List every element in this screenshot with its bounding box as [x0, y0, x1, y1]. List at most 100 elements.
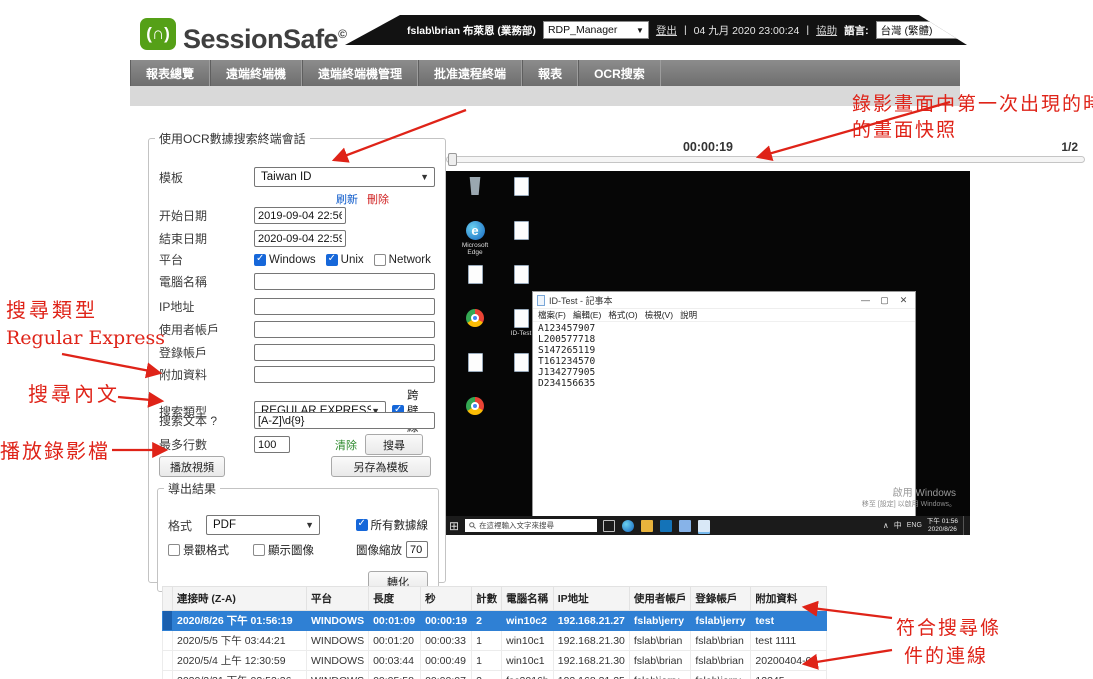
seek-thumb[interactable] — [448, 153, 457, 166]
all-data-checkbox[interactable] — [356, 519, 368, 531]
nav-item-report[interactable]: 報表 — [522, 60, 578, 86]
column-header[interactable] — [163, 587, 173, 611]
chrome-desktop-icon[interactable] — [454, 307, 496, 351]
table-cell: test — [751, 611, 827, 631]
search-button[interactable]: 搜尋 — [365, 434, 423, 455]
network-checkbox[interactable] — [374, 254, 386, 266]
column-header[interactable]: 秒 — [421, 587, 472, 611]
show-images-checkbox[interactable] — [253, 544, 265, 556]
maximize-icon[interactable]: ▢ — [877, 295, 892, 306]
table-cell: 2 — [472, 611, 502, 631]
language-select[interactable]: 台灣 (繁體)▼ — [876, 21, 962, 39]
document-desktop-icon[interactable] — [500, 219, 542, 263]
user-account-input[interactable] — [254, 321, 435, 338]
play-video-button[interactable]: 播放視頻 — [159, 456, 225, 477]
column-header[interactable]: 登錄帳戶 — [691, 587, 751, 611]
row-select-cell[interactable] — [163, 611, 173, 631]
windows-checkbox[interactable] — [254, 254, 266, 266]
help-link[interactable]: 協助 — [816, 23, 837, 38]
nav-item-remote-terminal-mgmt[interactable]: 遠端終端機管理 — [302, 60, 418, 86]
logo-copyright: © — [338, 27, 346, 41]
format-select[interactable]: PDF▼ — [206, 515, 320, 535]
end-date-input[interactable] — [254, 230, 346, 247]
template-label: 模板 — [159, 169, 254, 186]
clear-link[interactable]: 清除 — [335, 437, 357, 453]
column-header[interactable]: 平台 — [307, 587, 369, 611]
tray-ime-icon[interactable]: 中 — [894, 520, 902, 531]
task-view-taskbar-icon[interactable] — [603, 520, 615, 532]
notepad-line: D234156635 — [538, 378, 910, 389]
extra-data-input[interactable] — [254, 366, 435, 383]
minimize-icon[interactable]: — — [858, 295, 873, 305]
file-explorer-taskbar-icon[interactable] — [679, 520, 691, 532]
tray-eng-label[interactable]: ENG — [907, 522, 922, 529]
table-cell: 00:00:19 — [421, 611, 472, 631]
column-header[interactable]: 連接時 (Z-A) — [173, 587, 307, 611]
start-date-input[interactable] — [254, 207, 346, 224]
tray-clock[interactable]: 下午 01:56 2020/8/26 — [927, 518, 958, 533]
nav-item-remote-terminal[interactable]: 遠端終端機 — [210, 60, 302, 86]
template-select[interactable]: Taiwan ID▼ — [254, 167, 435, 187]
login-account-input[interactable] — [254, 344, 435, 361]
column-header[interactable]: 使用者帳戶 — [629, 587, 691, 611]
table-cell: test 1111 — [751, 631, 827, 651]
computer-name-input[interactable] — [254, 273, 435, 290]
image-zoom-group: 圖像縮放 — [356, 541, 428, 558]
table-row[interactable]: 2020/3/31 下午 03:52:36WINDOWS00:05:5800:0… — [163, 671, 827, 679]
recycle-bin-desktop-icon[interactable] — [454, 175, 496, 219]
column-header[interactable]: IP地址 — [553, 587, 629, 611]
chrome-desktop-icon[interactable] — [454, 395, 496, 439]
image-zoom-input[interactable] — [406, 541, 428, 558]
search-text-input[interactable] — [254, 412, 435, 429]
close-icon[interactable]: ✕ — [896, 295, 911, 306]
column-header[interactable]: 計數 — [472, 587, 502, 611]
row-select-cell[interactable] — [163, 631, 173, 651]
activate-windows-watermark: 啟用 Windows 移至 [設定] 以啟用 Windows。 — [862, 484, 956, 509]
table-row[interactable]: 2020/8/26 下午 01:56:19WINDOWS00:01:0900:0… — [163, 611, 827, 631]
show-desktop-button[interactable] — [963, 516, 967, 535]
column-header[interactable]: 附加資料 — [751, 587, 827, 611]
refresh-link[interactable]: 刷新 — [336, 191, 358, 207]
unix-checkbox[interactable] — [326, 254, 338, 266]
notepad-content: A123457907L200577718S147265119T161234570… — [533, 322, 915, 390]
notepad-taskbar-icon[interactable] — [698, 520, 710, 532]
column-header[interactable]: 電腦名稱 — [502, 587, 554, 611]
platform-label: 平台 — [159, 251, 254, 268]
nav-item-report-overview[interactable]: 報表總覽 — [130, 60, 210, 86]
video-snapshot[interactable]: eMicrosoft EdgeID-Test ID-Test - 記事本 — ▢… — [446, 171, 970, 535]
notepad-line: T161234570 — [538, 356, 910, 367]
nav-item-ocr-search[interactable]: OCR搜索 — [578, 60, 661, 86]
start-button[interactable]: ⊞ — [449, 520, 459, 532]
edge-taskbar-icon[interactable] — [622, 520, 634, 532]
ip-input[interactable] — [254, 298, 435, 315]
desktop-icons: eMicrosoft EdgeID-Test — [452, 175, 544, 439]
template-row: 模板 Taiwan ID▼ — [159, 167, 435, 187]
table-row[interactable]: 2020/5/4 上午 12:30:59WINDOWS00:03:4400:00… — [163, 651, 827, 671]
role-select[interactable]: RDP_Manager▼ — [543, 21, 649, 39]
table-cell: fsc2016b — [502, 671, 554, 679]
annotation-play-recording: 播放錄影檔 — [0, 435, 110, 464]
row-select-cell[interactable] — [163, 651, 173, 671]
table-row[interactable]: 2020/5/5 下午 03:44:21WINDOWS00:01:2000:00… — [163, 631, 827, 651]
logout-link[interactable]: 登出 — [656, 23, 677, 38]
store-taskbar-icon[interactable] — [660, 520, 672, 532]
nav-item-approve-remote[interactable]: 批准遠程終端 — [418, 60, 522, 86]
edge-desktop-icon[interactable]: eMicrosoft Edge — [454, 219, 496, 263]
taskbar-search-box[interactable]: 在這裡輸入文字來搜尋 — [465, 519, 597, 532]
column-header[interactable]: 長度 — [369, 587, 421, 611]
row-select-cell[interactable] — [163, 671, 173, 679]
end-date-label: 結束日期 — [159, 230, 254, 247]
notepad-menu[interactable]: 檔案(F) 編輯(E) 格式(O) 檢視(V) 說明 — [533, 309, 915, 322]
tray-chevron-icon[interactable]: ∧ — [883, 521, 889, 530]
folder-taskbar-icon[interactable] — [641, 520, 653, 532]
save-as-template-button[interactable]: 另存為模板 — [331, 456, 431, 477]
landscape-checkbox[interactable] — [168, 544, 180, 556]
document-desktop-icon[interactable] — [500, 175, 542, 219]
player-seek-bar[interactable] — [446, 156, 1085, 163]
document-desktop-icon[interactable] — [454, 351, 496, 395]
document-desktop-icon[interactable] — [454, 263, 496, 307]
table-cell: 00:01:20 — [369, 631, 421, 651]
max-rows-input[interactable] — [254, 436, 290, 453]
delete-link[interactable]: 刪除 — [367, 191, 389, 207]
sessionsafe-app: (∩) SessionSafe© fslab\brian 布萊恩 (業務部) R… — [0, 0, 1093, 679]
